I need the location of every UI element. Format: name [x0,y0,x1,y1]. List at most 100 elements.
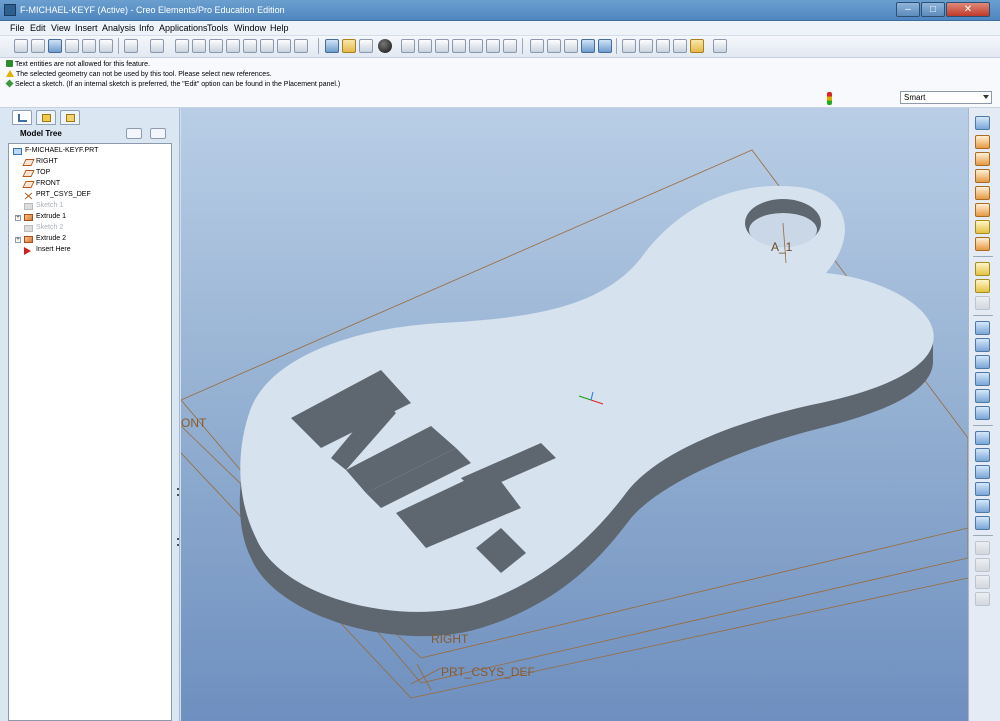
redo-icon[interactable] [150,39,164,53]
toolbar-separator [616,38,617,54]
model-tree-icon [18,114,27,122]
save-icon[interactable] [48,39,62,53]
rib-tool-icon[interactable] [975,465,990,479]
paste-icon[interactable] [209,39,223,53]
refit-icon[interactable] [435,39,449,53]
hidden-line-icon[interactable] [547,39,561,53]
layers-icon[interactable] [486,39,500,53]
datum-planes-toggle-icon[interactable] [622,39,636,53]
menu-tools[interactable]: Tools [207,23,228,33]
trim-tool-icon[interactable] [975,592,990,606]
selection-filter-select[interactable]: Smart [900,91,992,104]
round-tool-icon[interactable] [975,499,990,513]
front-plane-label: ONT [181,416,207,430]
menu-info[interactable]: Info [139,23,154,33]
part-icon [13,148,22,155]
expand-toggle-icon[interactable]: + [15,215,21,221]
mirror-tool-icon[interactable] [975,558,990,572]
context-help-icon[interactable] [713,39,727,53]
new-icon[interactable] [14,39,28,53]
datum-axis-tool-icon[interactable] [975,135,990,149]
tree-columns-icon[interactable] [150,128,166,139]
maximize-button[interactable]: □ [921,2,945,17]
csys-toggle-icon[interactable] [673,39,687,53]
paste-special-icon[interactable] [226,39,240,53]
shell-tool-icon[interactable] [975,448,990,462]
message-area: Text entities are not allowed for this f… [0,58,1000,108]
save-as-icon[interactable] [65,39,79,53]
chamfer-tool-icon[interactable] [975,516,990,530]
revolve-tool-icon[interactable] [975,338,990,352]
regenerate-icon[interactable] [243,39,257,53]
orient-mode-icon[interactable] [359,39,373,53]
appearance-sphere-icon[interactable] [378,39,392,53]
menu-analysis[interactable]: Analysis [102,23,136,33]
datum-points-toggle-icon[interactable] [656,39,670,53]
menu-applications[interactable]: Applications [159,23,208,33]
annotation-toggle-icon[interactable] [690,39,704,53]
pattern-tool-icon[interactable] [975,541,990,555]
swept-blend-tool-icon[interactable] [975,389,990,403]
draft-tool-icon[interactable] [975,482,990,496]
sweep-tool-icon[interactable] [975,355,990,369]
open-icon[interactable] [31,39,45,53]
merge-tool-icon[interactable] [975,575,990,589]
tab-favorites[interactable] [60,110,80,125]
datum-axes-toggle-icon[interactable] [639,39,653,53]
extrude-tool-icon[interactable] [975,321,990,335]
datum-plane-icon [22,159,35,166]
tree-settings-icon[interactable] [126,128,142,139]
message-line: The selected geometry can not be used by… [6,70,272,80]
minimize-button[interactable]: – [896,2,920,17]
axis-label: A_1 [771,240,793,254]
repaint-icon[interactable] [325,39,339,53]
dimension-tool-icon[interactable] [975,237,990,251]
cut-icon[interactable] [175,39,189,53]
navigator-sash[interactable] [176,458,180,578]
sketch-tool-icon[interactable] [975,220,990,234]
find-icon[interactable] [277,39,291,53]
datum-curve-tool-icon[interactable] [975,152,990,166]
tab-folder-browser[interactable] [36,110,56,125]
datum-point-tool-icon[interactable] [975,169,990,183]
datum-plane-tool-icon[interactable] [975,116,990,130]
shading-icon[interactable] [581,39,595,53]
wireframe-icon[interactable] [530,39,544,53]
zoom-in-icon[interactable] [401,39,415,53]
expand-toggle-icon[interactable]: + [15,237,21,243]
menu-edit[interactable]: Edit [30,23,46,33]
model-tree-header: Model Tree [8,126,172,142]
reorient-icon[interactable] [452,39,466,53]
spin-center-icon[interactable] [342,39,356,53]
undo-icon[interactable] [124,39,138,53]
model-view[interactable] [181,108,968,721]
regen-manager-icon[interactable] [260,39,274,53]
zoom-out-icon[interactable] [418,39,432,53]
tab-model-tree[interactable] [12,110,32,125]
close-button[interactable]: ✕ [946,2,990,17]
publish-geom-tool-icon[interactable] [975,279,990,293]
print-icon[interactable] [82,39,96,53]
datum-plane-icon [22,170,35,177]
menu-help[interactable]: Help [270,23,289,33]
csys-tool-icon[interactable] [975,186,990,200]
send-mail-icon[interactable] [99,39,113,53]
variable-sweep-tool-icon[interactable] [975,406,990,420]
hole-tool-icon[interactable] [975,431,990,445]
saved-views-icon[interactable] [469,39,483,53]
enhanced-realism-icon[interactable] [598,39,612,53]
view-manager-icon[interactable] [503,39,517,53]
no-hidden-icon[interactable] [564,39,578,53]
copy-icon[interactable] [192,39,206,53]
analysis-tool-icon[interactable] [975,203,990,217]
warning-icon [6,70,14,77]
menu-file[interactable]: File [10,23,25,33]
graphics-window[interactable]: A_1 ONT RIGHT PRT_CSYS_DEF [181,108,968,721]
menu-view[interactable]: View [51,23,70,33]
blend-tool-icon[interactable] [975,372,990,386]
menu-window[interactable]: Window [234,23,266,33]
copy-geom-tool-icon[interactable] [975,262,990,276]
shrinkwrap-tool-icon[interactable] [975,296,990,310]
menu-insert[interactable]: Insert [75,23,98,33]
select-box-icon[interactable] [294,39,308,53]
